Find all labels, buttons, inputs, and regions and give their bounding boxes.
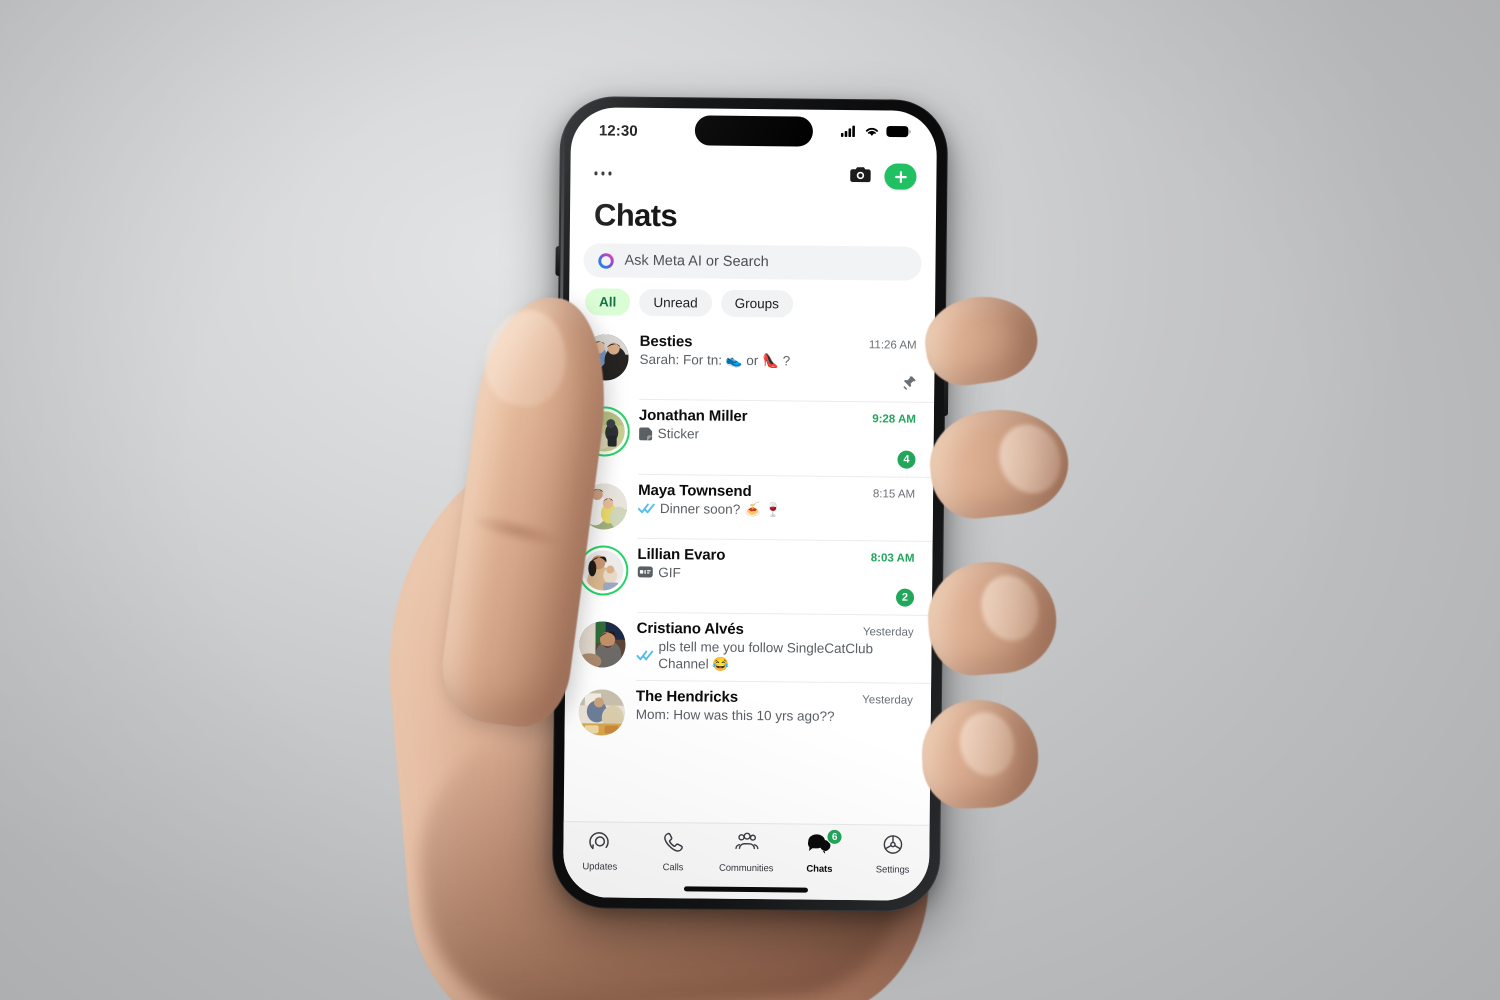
hand-fingers-foreground	[0, 0, 1500, 1000]
finger-index	[919, 289, 1043, 391]
